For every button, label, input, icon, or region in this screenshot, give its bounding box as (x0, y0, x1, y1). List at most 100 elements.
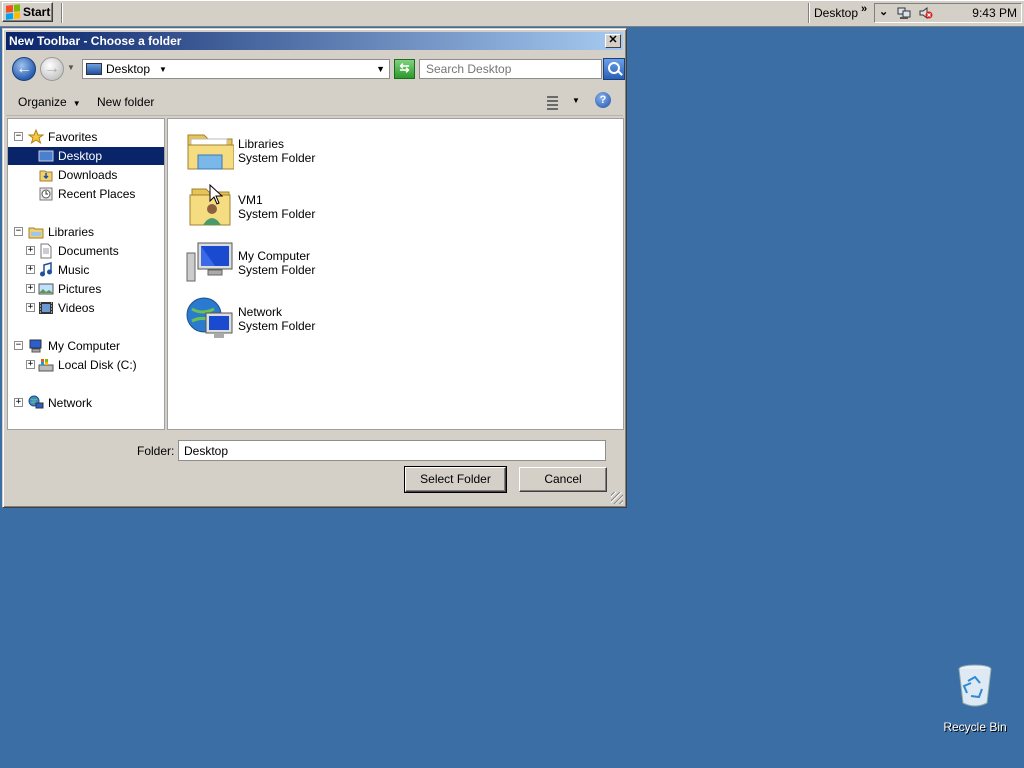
back-button[interactable]: ← (12, 57, 36, 81)
taskbar: Start Desktop » ⌄ 9:43 PM (0, 0, 1024, 27)
list-item-vm1[interactable]: VM1 System Folder (186, 183, 486, 235)
windows-flag-icon (6, 4, 20, 20)
tree-item-label: Network (48, 396, 93, 410)
folder-label: Folder: (137, 444, 175, 458)
resize-grip-icon[interactable] (611, 492, 623, 504)
list-item-my-computer[interactable]: My Computer System Folder (186, 239, 486, 291)
recycle-bin-icon (958, 664, 992, 707)
expand-icon[interactable]: + (26, 246, 35, 255)
tree-item-label: Pictures (58, 282, 102, 296)
address-field[interactable]: Desktop ▼ ▼ (82, 59, 390, 79)
clock[interactable]: 9:43 PM (972, 6, 1017, 20)
mouse-pointer-icon (209, 184, 223, 205)
local-disk-icon (38, 359, 54, 372)
libraries-folder-icon (187, 134, 234, 170)
computer-icon (186, 242, 233, 282)
tree-item-label: My Computer (48, 339, 121, 353)
toolbar-chevron[interactable]: » (861, 3, 867, 15)
refresh-button[interactable]: ⇆ (394, 59, 415, 79)
tree-item-label: Downloads (58, 168, 118, 182)
help-icon[interactable]: ? (595, 92, 611, 108)
tree-item-my-computer[interactable]: − My Computer (8, 337, 164, 355)
change-view-icon[interactable] (542, 94, 558, 110)
recycle-bin-label: Recycle Bin (943, 720, 1007, 734)
tree-item-label: Music (58, 263, 90, 277)
start-button[interactable]: Start (2, 2, 53, 22)
tree-item-label: Favorites (48, 130, 98, 144)
desktop-toolbar-label[interactable]: Desktop (814, 6, 858, 20)
forward-arrow-icon: → (44, 60, 60, 77)
tree-item-documents[interactable]: + Documents (8, 242, 164, 260)
collapse-icon[interactable]: − (14, 227, 23, 236)
tree-item-network[interactable]: + Network (8, 394, 164, 412)
volume-muted-icon[interactable] (919, 6, 933, 20)
expand-icon[interactable]: + (26, 265, 35, 274)
tree-item-downloads[interactable]: Downloads (8, 166, 164, 184)
tree-item-music[interactable]: + Music (8, 261, 164, 279)
organize-label: Organize (18, 95, 67, 109)
expand-icon[interactable]: + (14, 398, 23, 407)
organize-menu[interactable]: Organize ▼ (18, 95, 81, 109)
tree-item-label: Desktop (58, 149, 103, 163)
command-bar: Organize ▼ New folder ▼ ? (6, 87, 623, 116)
videos-icon (39, 302, 53, 314)
star-icon (28, 129, 44, 145)
show-hidden-icons-button[interactable]: ⌄ (879, 5, 888, 18)
tree-item-local-disk[interactable]: + Local Disk (C:) (8, 356, 164, 374)
tree-item-label: Libraries (48, 225, 95, 239)
folder-input[interactable] (178, 440, 606, 461)
cancel-button[interactable]: Cancel (519, 467, 607, 492)
pictures-icon (38, 283, 54, 295)
recent-places-icon (39, 187, 53, 201)
navigation-pane[interactable]: − Favorites Desktop Downloads Recent Pla… (7, 118, 165, 430)
desktop-icon (86, 63, 102, 75)
tree-item-recent-places[interactable]: Recent Places (8, 185, 164, 203)
notification-area: ⌄ 9:43 PM (874, 3, 1022, 23)
dropdown-arrow-icon: ▼ (72, 99, 81, 108)
view-dropdown-icon[interactable]: ▼ (572, 96, 580, 105)
tree-item-label: Videos (58, 301, 95, 315)
forward-button[interactable]: → (40, 57, 64, 81)
list-item-libraries[interactable]: Libraries System Folder (186, 127, 486, 179)
expand-icon[interactable]: + (26, 303, 35, 312)
tree-item-videos[interactable]: + Videos (8, 299, 164, 317)
expand-icon[interactable]: + (26, 284, 35, 293)
item-name: Network (238, 305, 283, 319)
refresh-icon: ⇆ (399, 61, 410, 75)
address-dropdown-icon[interactable]: ▼ (376, 64, 385, 74)
taskbar-separator (61, 3, 63, 23)
network-icon (28, 395, 44, 409)
choose-folder-dialog: New Toolbar - Choose a folder ✕ ← → ▼ De… (2, 28, 627, 508)
item-type: System Folder (238, 319, 316, 333)
item-name: VM1 (238, 193, 263, 207)
collapse-icon[interactable]: − (14, 132, 23, 141)
search-icon[interactable] (603, 58, 625, 80)
address-bar-row: ← → ▼ Desktop ▼ ▼ ⇆ (6, 52, 625, 85)
item-type: System Folder (238, 151, 316, 165)
new-folder-button[interactable]: New folder (97, 95, 154, 109)
tree-item-libraries[interactable]: − Libraries (8, 223, 164, 241)
tree-item-label: Recent Places (58, 187, 136, 201)
tree-item-pictures[interactable]: + Pictures (8, 280, 164, 298)
folder-content-pane[interactable]: Libraries System Folder VM1 System Folde… (167, 118, 624, 430)
breadcrumb-desktop[interactable]: Desktop (106, 62, 150, 76)
dialog-titlebar[interactable]: New Toolbar - Choose a folder ✕ (6, 32, 623, 50)
network-icon[interactable] (897, 6, 911, 20)
item-name: Libraries (238, 137, 285, 151)
search-input[interactable] (419, 59, 602, 79)
collapse-icon[interactable]: − (14, 341, 23, 350)
breadcrumb-chevron-icon[interactable]: ▼ (159, 65, 167, 74)
tree-item-favorites[interactable]: − Favorites (8, 128, 164, 146)
select-folder-button[interactable]: Select Folder (404, 466, 507, 493)
item-name: My Computer (238, 249, 311, 263)
recycle-bin[interactable]: Recycle Bin (940, 663, 1010, 734)
list-item-network[interactable]: Network System Folder (186, 295, 486, 347)
tree-item-desktop[interactable]: Desktop (8, 147, 164, 165)
start-label: Start (23, 5, 51, 19)
close-button[interactable]: ✕ (605, 34, 621, 48)
tree-item-label: Documents (58, 244, 119, 258)
recent-locations-dropdown[interactable]: ▼ (67, 63, 75, 72)
documents-icon (40, 243, 52, 259)
network-globe-icon (186, 297, 233, 338)
expand-icon[interactable]: + (26, 360, 35, 369)
